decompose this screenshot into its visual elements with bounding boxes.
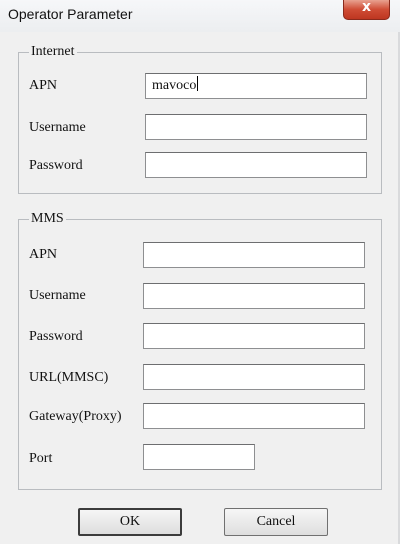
ok-button-label: OK (119, 514, 141, 529)
internet-apn-value: mavoco (152, 78, 197, 93)
mms-port-label: Port (29, 451, 53, 466)
text-caret (197, 76, 199, 91)
cancel-button-label: Cancel (256, 514, 296, 529)
mms-legend: MMS (29, 211, 66, 227)
close-button[interactable]: x (343, 0, 390, 20)
internet-username-input[interactable] (145, 114, 367, 140)
mms-username-label: Username (29, 288, 86, 303)
mms-url-input[interactable] (143, 364, 365, 390)
mms-url-label: URL(MMSC) (29, 370, 109, 385)
cancel-button[interactable]: Cancel (224, 508, 328, 536)
mms-gateway-input[interactable] (143, 403, 365, 429)
dialog-body: Internet APN mavoco Username Password MM… (0, 32, 400, 544)
internet-legend: Internet (29, 44, 77, 60)
mms-group: MMS APN Username Password URL(MMSC) Gate… (18, 211, 382, 490)
window-title: Operator Parameter (8, 6, 133, 22)
internet-password-input[interactable] (145, 152, 367, 178)
internet-username-label: Username (29, 120, 86, 135)
internet-apn-input[interactable]: mavoco (145, 73, 367, 99)
mms-username-input[interactable] (143, 283, 365, 309)
mms-port-input[interactable] (143, 444, 255, 470)
internet-password-label: Password (29, 158, 83, 173)
close-icon: x (361, 0, 372, 15)
mms-password-input[interactable] (143, 323, 365, 349)
mms-apn-label: APN (29, 247, 58, 262)
internet-group: Internet APN mavoco Username Password (18, 44, 382, 194)
mms-apn-input[interactable] (143, 242, 365, 268)
ok-button[interactable]: OK (78, 508, 182, 536)
internet-apn-label: APN (29, 78, 58, 93)
title-bar: Operator Parameter x (0, 0, 400, 32)
mms-password-label: Password (29, 329, 83, 344)
mms-gateway-label: Gateway(Proxy) (29, 409, 122, 424)
